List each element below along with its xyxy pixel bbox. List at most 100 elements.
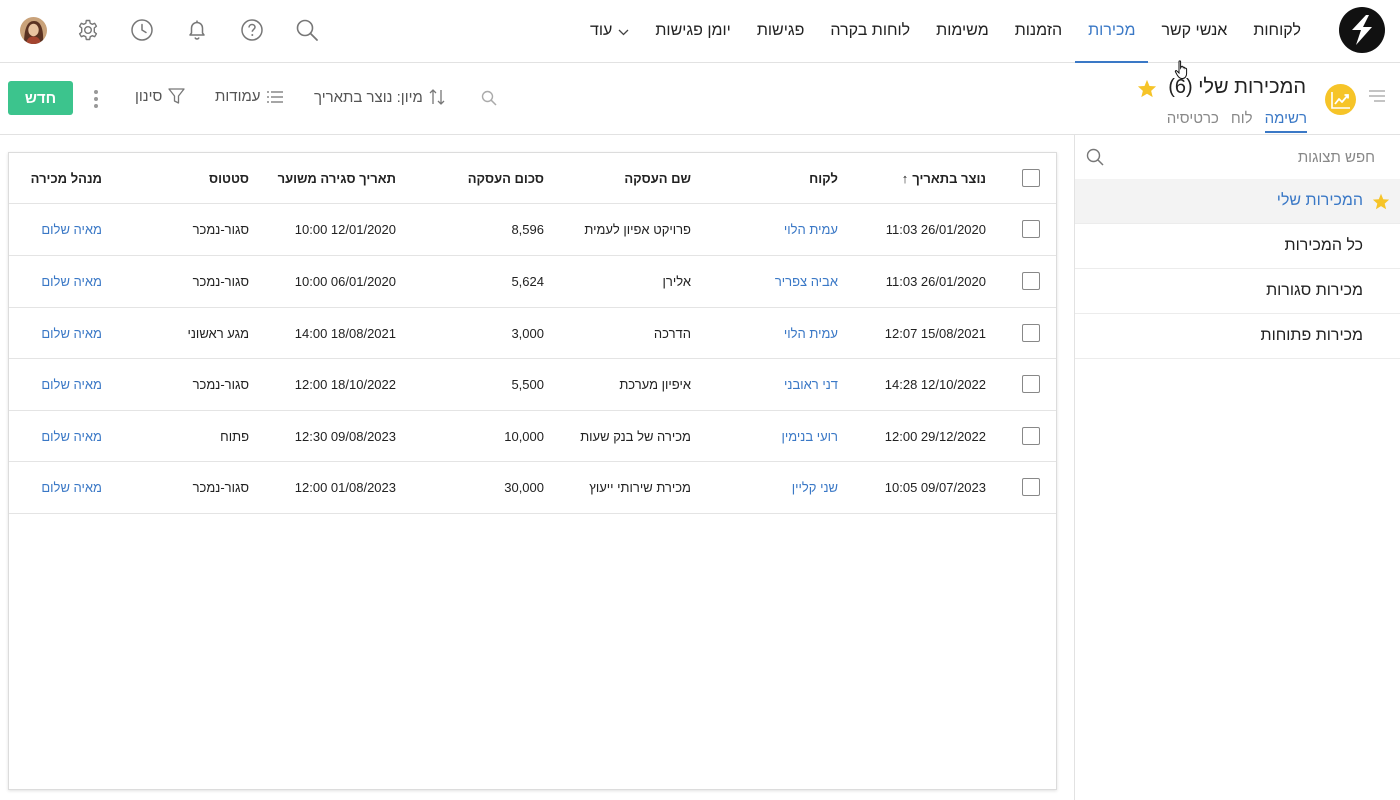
cell-status: סגור-נמכר — [192, 480, 249, 495]
view-title-text: המכירות שלי — [1198, 76, 1306, 98]
row-checkbox[interactable] — [1022, 478, 1040, 496]
cell-status: פתוח — [220, 428, 249, 444]
table-header-row: ↑ נוצר בתאריך לקוח שם העסקה סכום העסקה ת… — [9, 153, 1056, 204]
nav-item-meetings[interactable]: פגישות — [744, 0, 818, 62]
user-avatar[interactable] — [20, 17, 47, 44]
app-logo[interactable] — [1339, 7, 1385, 53]
nav-more-label: עוד — [590, 22, 613, 39]
more-options-kebab-icon[interactable] — [90, 88, 102, 110]
nav-item-customers[interactable]: לקוחות — [1240, 0, 1314, 62]
table-search-button[interactable] — [481, 90, 497, 106]
nav-item-dashboards[interactable]: לוחות בקרה — [817, 0, 923, 62]
search-icon[interactable] — [1086, 148, 1104, 166]
new-sale-button[interactable]: חדש — [8, 81, 73, 115]
cell-created: 14:28 12/10/2022 — [884, 377, 986, 392]
cell-created: 10:05 09/07/2023 — [884, 480, 986, 495]
cell-sales-manager-link[interactable]: מאיה שלום — [41, 462, 102, 513]
nav-item-sales[interactable]: מכירות — [1075, 0, 1149, 63]
search-icon — [481, 90, 497, 106]
cell-sales-manager-link[interactable]: מאיה שלום — [41, 411, 102, 461]
cell-customer-link[interactable]: עמית הלוי — [784, 204, 838, 255]
star-icon[interactable] — [1137, 79, 1157, 98]
tab-card[interactable]: כרטיסיה — [1167, 110, 1219, 133]
cell-deal-name: הדרכה — [653, 325, 691, 341]
row-checkbox[interactable] — [1022, 324, 1040, 342]
view-item-label: המכירות שלי — [1276, 192, 1363, 209]
cell-sales-manager-link[interactable]: מאיה שלום — [41, 204, 102, 255]
sort-ascending-arrow-icon: ↑ — [901, 170, 909, 186]
nav-item-tasks[interactable]: משימות — [923, 0, 1002, 62]
cell-amount: 30,000 — [504, 480, 544, 495]
cell-expected-close: 12:30 09/08/2023 — [294, 428, 396, 444]
view-item-open-sales[interactable]: מכירות פתוחות — [1075, 314, 1400, 359]
row-checkbox[interactable] — [1022, 427, 1040, 445]
table-row[interactable]: 12:00 29/12/2022 רועי בנימין מכירה של בנ… — [9, 411, 1056, 462]
select-all-checkbox[interactable] — [1022, 169, 1040, 187]
cell-deal-name: אלירן — [662, 274, 692, 289]
bell-icon[interactable] — [184, 17, 210, 43]
cell-amount: 8,596 — [511, 222, 544, 237]
filter-button[interactable]: סינון — [135, 88, 186, 105]
table-row[interactable]: 14:28 12/10/2022 דני ראובני איפיון מערכת… — [9, 359, 1056, 411]
cell-deal-name: איפיון מערכת — [619, 377, 691, 392]
sales-view-icon — [1325, 84, 1356, 115]
columns-label: עמודות — [215, 88, 261, 105]
gear-icon[interactable] — [75, 17, 101, 43]
cell-expected-close: 14:00 18/08/2021 — [294, 325, 396, 341]
row-checkbox[interactable] — [1022, 220, 1040, 238]
view-item-closed-sales[interactable]: מכירות סגורות — [1075, 269, 1400, 314]
column-header-customer[interactable]: לקוח — [809, 153, 838, 203]
row-checkbox[interactable] — [1022, 375, 1040, 393]
column-header-sales-manager[interactable]: מנהל מכירה — [31, 153, 102, 203]
hamburger-menu-icon[interactable] — [1369, 90, 1385, 102]
tab-board[interactable]: לוח — [1231, 110, 1253, 133]
cell-sales-manager-link[interactable]: מאיה שלום — [41, 308, 102, 358]
sort-arrows-icon — [429, 89, 445, 105]
search-icon[interactable] — [294, 17, 320, 43]
nav-more-menu[interactable]: עוד — [577, 0, 642, 62]
views-search-input[interactable] — [1105, 143, 1375, 171]
nav-item-orders[interactable]: הזמנות — [1002, 0, 1075, 62]
columns-button[interactable]: עמודות — [215, 88, 283, 105]
sort-button[interactable]: מיון: נוצר בתאריך — [314, 88, 445, 106]
help-icon[interactable] — [239, 17, 265, 43]
row-checkbox[interactable] — [1022, 272, 1040, 290]
nav-item-contacts[interactable]: אנשי קשר — [1148, 0, 1240, 62]
nav-item-meetings-calendar[interactable]: יומן פגישות — [642, 0, 743, 62]
table-row[interactable]: 10:05 09/07/2023 שני קליין מכירת שירותי … — [9, 462, 1056, 514]
cell-amount: 5,500 — [511, 377, 544, 392]
cell-status: מגע ראשוני — [187, 325, 250, 341]
sales-table: ↑ נוצר בתאריך לקוח שם העסקה סכום העסקה ת… — [8, 152, 1057, 790]
column-header-expected-close[interactable]: תאריך סגירה משוער — [278, 153, 396, 203]
cell-expected-close: 10:00 06/01/2020 — [294, 274, 396, 289]
column-header-deal-name[interactable]: שם העסקה — [624, 153, 691, 203]
cell-amount: 3,000 — [511, 325, 544, 341]
view-count: (6) — [1168, 76, 1193, 98]
page-title: המכירות שלי (6) — [1168, 76, 1306, 99]
table-row[interactable]: 12:07 15/08/2021 עמית הלוי הדרכה 3,000 1… — [9, 308, 1056, 359]
cell-customer-link[interactable]: עמית הלוי — [784, 308, 838, 358]
trend-chart-icon — [1330, 91, 1350, 109]
column-header-created[interactable]: ↑ נוצר בתאריך — [902, 153, 986, 203]
view-item-my-sales[interactable]: המכירות שלי — [1075, 179, 1400, 224]
cell-customer-link[interactable]: דני ראובני — [784, 359, 838, 410]
table-row[interactable]: 11:03 26/01/2020 עמית הלוי פרויקט אפיון … — [9, 204, 1056, 256]
tab-list[interactable]: רשימה — [1264, 110, 1307, 133]
table-row[interactable]: 11:03 26/01/2020 אביה צפריר אלירן 5,624 … — [9, 256, 1056, 308]
cell-sales-manager-link[interactable]: מאיה שלום — [41, 359, 102, 410]
top-navigation-bar: לקוחות אנשי קשר מכירות הזמנות משימות לוח… — [0, 0, 1400, 79]
cell-amount: 10,000 — [504, 428, 544, 444]
cell-created: 12:07 15/08/2021 — [884, 325, 986, 341]
clock-icon[interactable] — [129, 17, 155, 43]
cell-customer-link[interactable]: רועי בנימין — [781, 411, 838, 461]
cell-expected-close: 12:00 18/10/2022 — [294, 377, 396, 392]
star-icon — [1372, 193, 1390, 210]
cell-status: סגור-נמכר — [192, 377, 249, 392]
view-item-all-sales[interactable]: כל המכירות — [1075, 224, 1400, 269]
cell-sales-manager-link[interactable]: מאיה שלום — [41, 256, 102, 307]
column-header-amount[interactable]: סכום העסקה — [468, 153, 544, 203]
column-header-created-label: נוצר בתאריך — [912, 170, 986, 186]
column-header-status[interactable]: סטטוס — [209, 153, 249, 203]
cell-customer-link[interactable]: שני קליין — [792, 462, 838, 513]
cell-customer-link[interactable]: אביה צפריר — [775, 256, 838, 307]
